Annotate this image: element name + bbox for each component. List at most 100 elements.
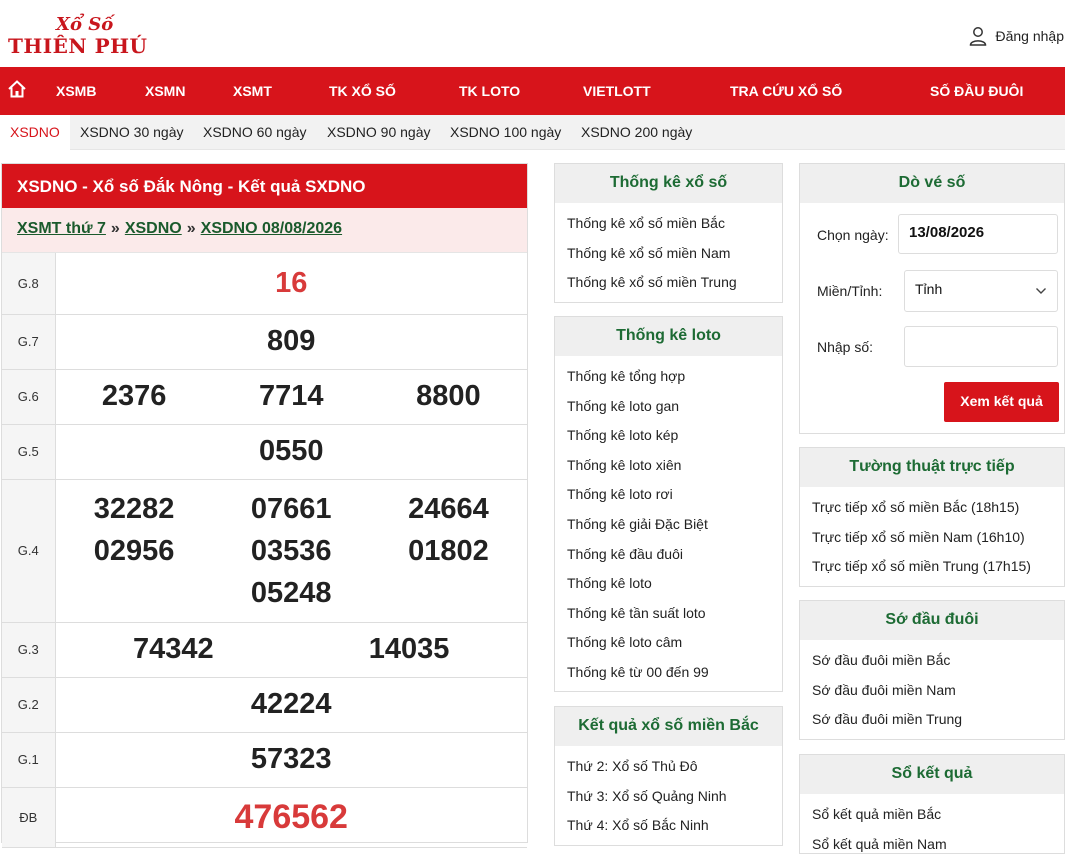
list-item[interactable]: Sổ kết quả miền Nam — [812, 830, 1064, 859]
prize-number: 57323 — [250, 743, 332, 775]
prize-row-special: ĐB 476562 — [2, 787, 527, 848]
prize-number: 0550 — [258, 435, 324, 467]
list-item[interactable]: Sớ đầu đuôi miền Bắc — [812, 646, 1064, 676]
home-icon[interactable] — [7, 79, 27, 99]
list-item[interactable]: Thống kê từ 00 đến 99 — [567, 658, 782, 688]
prize-number: 24664 — [408, 492, 489, 525]
main-nav: XSMB XSMN XSMT TK XỔ SỐ TK LOTO VIETLOTT… — [0, 67, 1065, 115]
list-item[interactable]: Sổ kết quả miền Bắc — [812, 800, 1064, 830]
prize-label: G.6 — [2, 369, 56, 425]
list-item[interactable]: Thống kê xổ số miền Bắc — [567, 209, 782, 239]
prize-label: G.1 — [2, 732, 56, 788]
user-icon — [970, 27, 987, 46]
box-title: Kết quả xổ số miền Bắc — [555, 707, 782, 746]
stats-loto-box: Thống kê loto Thống kê tổng hợp Thống kê… — [554, 316, 783, 692]
prize-number: 42224 — [250, 688, 332, 720]
region-selected: Tỉnh — [915, 281, 943, 297]
prize-number: 16 — [275, 266, 308, 299]
box-title: Thống kê loto — [555, 317, 782, 356]
nav-xsmt[interactable]: XSMT — [233, 83, 272, 99]
nav-tk-loto[interactable]: TK LOTO — [459, 83, 520, 99]
prize-label: G.4 — [2, 479, 56, 623]
ticket-check-box: Dò vé số Chọn ngày: 13/08/2026 Miền/Tỉnh… — [799, 163, 1065, 434]
nav-xsmb[interactable]: XSMB — [56, 83, 96, 99]
list-item[interactable]: Thống kê loto rơi — [567, 480, 782, 510]
list-item[interactable]: Trực tiếp xổ số miền Bắc (18h15) — [812, 493, 1064, 523]
list-item[interactable]: Thống kê loto kép — [567, 421, 782, 451]
region-select[interactable]: Tỉnh — [904, 270, 1058, 312]
prize-number: 14035 — [368, 633, 450, 665]
list-item[interactable]: Sớ đầu đuôi miền Nam — [812, 676, 1064, 706]
list-item[interactable]: Thống kê loto xiên — [567, 451, 782, 481]
special-prize-number: 476562 — [234, 797, 348, 836]
list-item[interactable]: Trực tiếp xổ số miền Nam (16h10) — [812, 523, 1064, 553]
number-input[interactable] — [904, 326, 1058, 367]
list-item[interactable]: Thống kê đầu đuôi — [567, 540, 782, 570]
list-item[interactable]: Thống kê xổ số miền Trung — [567, 268, 782, 298]
nav-vietlott[interactable]: VIETLOTT — [583, 83, 651, 99]
prize-number: 05248 — [250, 576, 332, 609]
prize-number: 01802 — [408, 534, 489, 567]
nav-tk-xoso[interactable]: TK XỔ SỐ — [329, 83, 396, 99]
list-item[interactable]: Thứ 2: Xổ số Thủ Đô — [567, 752, 782, 782]
nav-tra-cuu[interactable]: TRA CỨU XỔ SỐ — [730, 83, 842, 99]
subnav-90-days[interactable]: XSDNO 90 ngày — [327, 124, 431, 140]
crumb-xsdno-date[interactable]: XSDNO 08/08/2026 — [201, 220, 342, 237]
subnav-xsdno[interactable]: XSDNO — [0, 115, 70, 150]
date-input[interactable]: 13/08/2026 — [898, 214, 1058, 254]
box-title: Tường thuật trực tiếp — [800, 448, 1064, 487]
prize-row-g1: G.1 57323 — [2, 732, 527, 788]
prize-row-g4: G.4 32282 07661 24664 02956 03536 01802 … — [2, 479, 527, 623]
header: Xổ Số THIÊN PHÚ Đăng nhập — [0, 0, 1068, 67]
prize-number: 2376 — [101, 380, 167, 412]
stats-lottery-box: Thống kê xổ số Thống kê xổ số miền Bắc T… — [554, 163, 783, 303]
box-title: Thống kê xổ số — [555, 164, 782, 203]
box-title: Sổ kết quả — [800, 755, 1064, 794]
list-item[interactable]: Thống kê giải Đặc Biệt — [567, 510, 782, 540]
box-title: Dò vé số — [800, 164, 1064, 203]
subnav-30-days[interactable]: XSDNO 30 ngày — [80, 124, 184, 140]
sub-nav: XSDNO XSDNO 30 ngày XSDNO 60 ngày XSDNO … — [0, 115, 1065, 150]
chevron-down-icon — [1036, 288, 1046, 294]
subnav-60-days[interactable]: XSDNO 60 ngày — [203, 124, 307, 140]
nav-xsmn[interactable]: XSMN — [145, 83, 185, 99]
head-tail-box: Sớ đầu đuôi Sớ đầu đuôi miền Bắc Sớ đầu … — [799, 600, 1065, 740]
prize-number: 07661 — [250, 492, 332, 525]
prize-label: G.8 — [2, 253, 56, 315]
list-item[interactable]: Thứ 3: Xổ số Quảng Ninh — [567, 782, 782, 812]
subnav-200-days[interactable]: XSDNO 200 ngày — [581, 124, 692, 140]
list-item[interactable]: Trực tiếp xổ số miền Trung (17h15) — [812, 552, 1064, 582]
prize-row-g3: G.3 74342 14035 — [2, 622, 527, 678]
date-label: Chọn ngày: — [817, 227, 889, 243]
list-item[interactable]: Thứ 4: Xổ số Bắc Ninh — [567, 811, 782, 841]
crumb-xsmt-thu7[interactable]: XSMT thứ 7 — [17, 220, 106, 237]
region-label: Miền/Tỉnh: — [817, 283, 883, 299]
subnav-100-days[interactable]: XSDNO 100 ngày — [450, 124, 561, 140]
live-coverage-box: Tường thuật trực tiếp Trực tiếp xổ số mi… — [799, 447, 1065, 587]
prize-label: G.3 — [2, 622, 56, 678]
prize-label: ĐB — [2, 787, 56, 848]
list-item[interactable]: Thống kê tần suất loto — [567, 599, 782, 629]
list-item[interactable]: Thống kê loto gan — [567, 392, 782, 422]
result-title: XSDNO - Xổ số Đắk Nông - Kết quả SXDNO — [2, 164, 527, 208]
login-label: Đăng nhập — [995, 28, 1064, 44]
login-link[interactable]: Đăng nhập — [969, 26, 1064, 46]
view-result-button[interactable]: Xem kết quả — [944, 382, 1059, 422]
logo-top-text: Xổ Số — [56, 14, 114, 35]
list-item[interactable]: Thống kê xổ số miền Nam — [567, 239, 782, 269]
results-north-box: Kết quả xổ số miền Bắc Thứ 2: Xổ số Thủ … — [554, 706, 783, 846]
prize-number: 8800 — [416, 380, 481, 412]
list-item[interactable]: Thống kê tổng hợp — [567, 362, 782, 392]
list-item[interactable]: Thống kê loto câm — [567, 628, 782, 658]
prize-label: G.7 — [2, 314, 56, 370]
prize-row-g7: G.7 809 — [2, 314, 527, 370]
prize-number: 7714 — [258, 380, 324, 412]
list-item[interactable]: Sớ đầu đuôi miền Trung — [812, 705, 1064, 735]
list-item[interactable]: Thống kê loto — [567, 569, 782, 599]
number-label: Nhập số: — [817, 339, 874, 355]
nav-so-dau-duoi[interactable]: SỐ ĐẦU ĐUÔI — [930, 83, 1023, 99]
breadcrumb: XSMT thứ 7» XSDNO» XSDNO 08/08/2026 — [2, 208, 527, 253]
site-logo[interactable]: Xổ Số THIÊN PHÚ — [8, 14, 148, 58]
result-card: XSDNO - Xổ số Đắk Nông - Kết quả SXDNO X… — [1, 163, 528, 848]
crumb-xsdno[interactable]: XSDNO — [125, 220, 182, 237]
